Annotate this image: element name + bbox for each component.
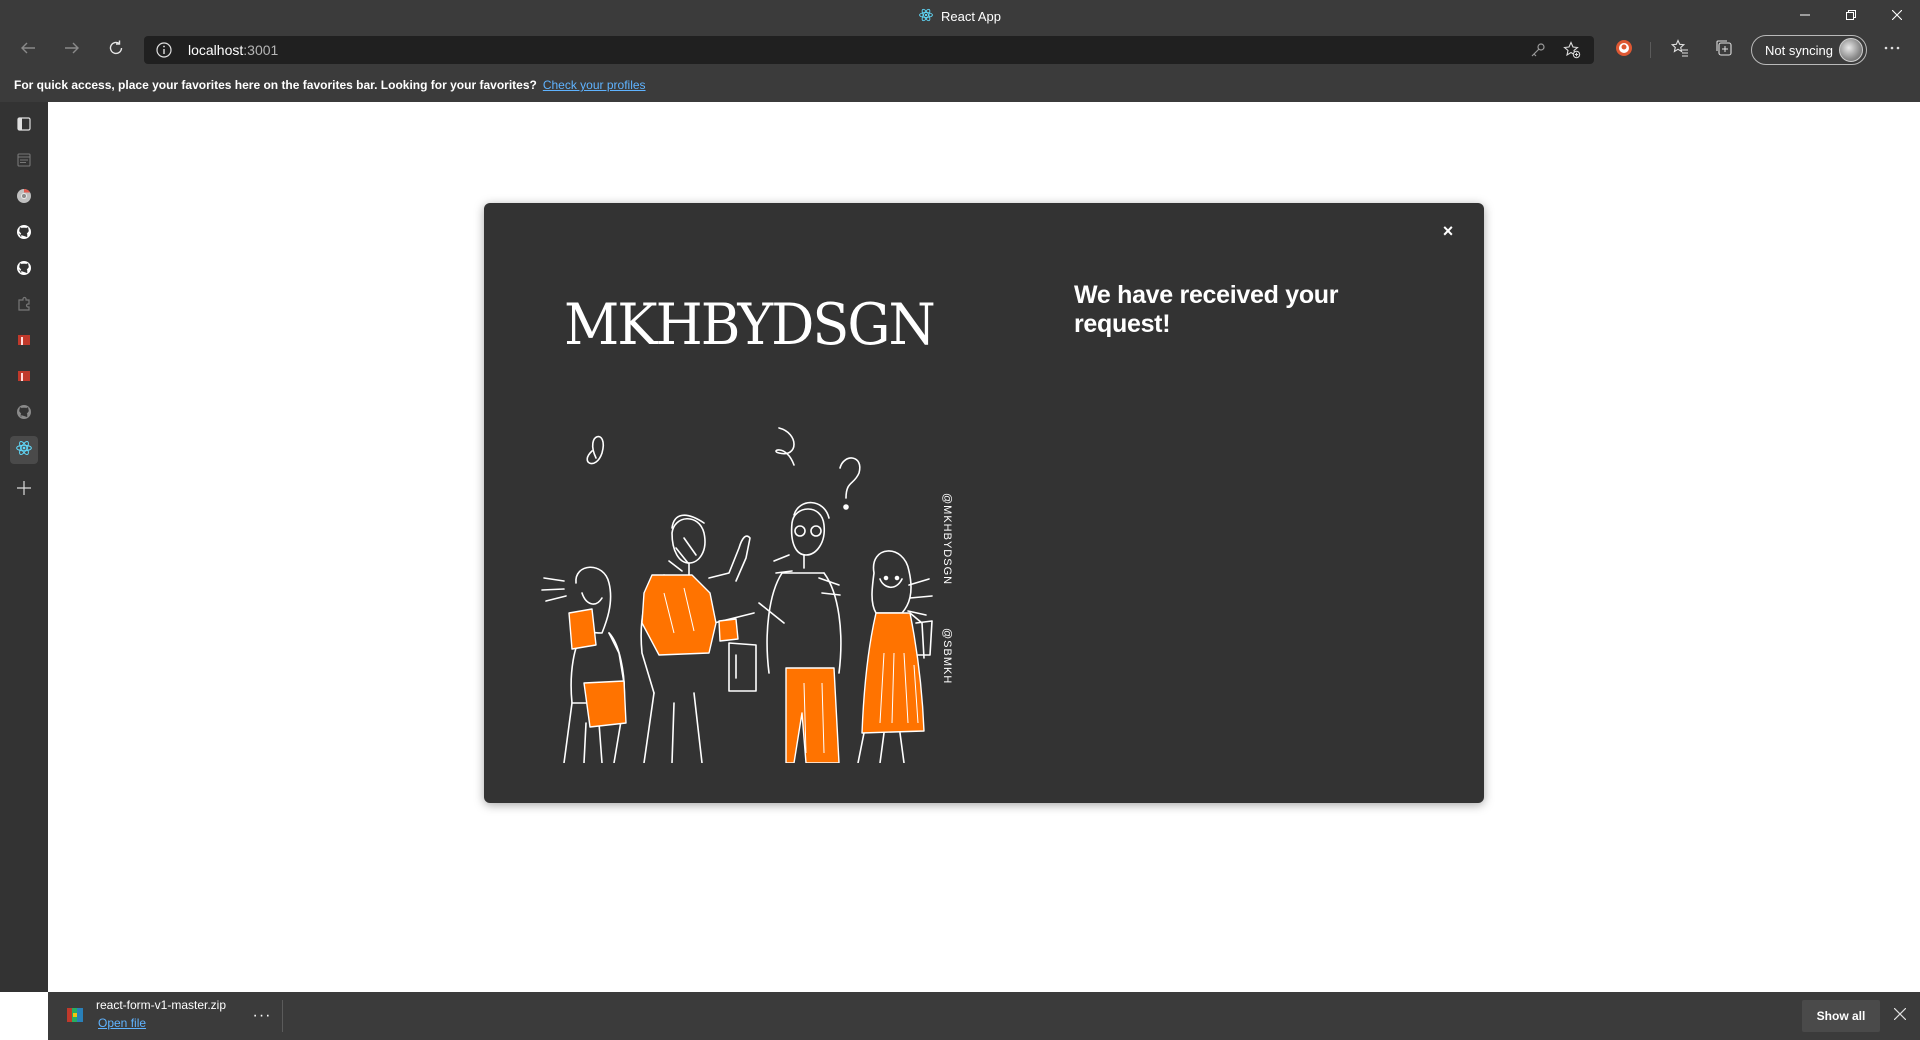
site-info-icon[interactable]	[156, 42, 172, 58]
github-icon	[16, 260, 32, 281]
page-content: × MKHBYDSGN @MKHBYDSGN @SBMKH We have re…	[48, 102, 1920, 992]
address-port: :3001	[243, 42, 279, 58]
refresh-icon	[107, 39, 125, 62]
open-file-link[interactable]: Open file	[98, 1016, 146, 1030]
github-icon	[16, 404, 32, 425]
download-separator	[282, 1000, 283, 1032]
address-host: localhost	[188, 42, 244, 58]
sidebar-tab-3[interactable]	[10, 220, 38, 248]
people-illustration	[541, 427, 933, 763]
download-file-name[interactable]: react-form-v1-master.zip	[96, 998, 226, 1012]
forward-arrow-icon	[63, 39, 81, 62]
chrome-icon	[16, 188, 32, 209]
check-profiles-link[interactable]: Check your profiles	[543, 78, 646, 92]
sidebar-tab-8[interactable]	[10, 400, 38, 428]
address-url[interactable]: localhost:3001	[188, 36, 278, 64]
collections-button[interactable]	[1708, 34, 1740, 66]
restore-icon	[1846, 7, 1856, 25]
title-bar: React App	[0, 0, 1920, 32]
handle-sbmkh: @SBMKH	[941, 628, 953, 685]
sidebar-tab-1[interactable]	[10, 148, 38, 176]
sidebar-tab-5[interactable]	[10, 292, 38, 320]
confirmation-modal: × MKHBYDSGN @MKHBYDSGN @SBMKH We have re…	[484, 203, 1484, 803]
forward-button[interactable]	[56, 34, 88, 66]
extension-button[interactable]	[1608, 34, 1640, 66]
modal-title: We have received your request!	[1074, 281, 1339, 338]
sidebar-tab-2[interactable]	[10, 184, 38, 212]
window-title-text: React App	[941, 8, 1001, 24]
modal-close-button[interactable]: ×	[1438, 221, 1458, 241]
react-icon	[919, 8, 933, 25]
collections-icon	[1715, 39, 1733, 62]
sync-label: Not syncing	[1765, 42, 1833, 58]
more-icon	[1883, 39, 1901, 62]
add-favorite-icon[interactable]	[1562, 40, 1582, 60]
illustration: MKHBYDSGN @MKHBYDSGN @SBMKH	[524, 291, 964, 763]
close-window-button[interactable]	[1874, 0, 1920, 32]
back-button[interactable]	[12, 34, 44, 66]
minimize-icon	[1800, 7, 1810, 25]
sidebar-tab-4[interactable]	[10, 256, 38, 284]
download-more-button[interactable]: ···	[250, 1004, 274, 1028]
sidebar-tab-6[interactable]	[10, 328, 38, 356]
address-bar[interactable]: localhost:3001	[144, 36, 1594, 64]
tab-actions-button[interactable]	[10, 112, 38, 140]
bookmark-icon	[16, 332, 32, 353]
key-icon[interactable]	[1528, 40, 1548, 60]
favorites-icon	[1670, 38, 1689, 62]
toolbar-separator	[1650, 42, 1651, 58]
favorites-bar-message: For quick access, place your favorites h…	[14, 78, 537, 92]
favorites-button[interactable]	[1664, 34, 1696, 66]
window-title: React App	[0, 0, 1920, 32]
react-icon	[16, 440, 32, 461]
download-bar: react-form-v1-master.zip Open file ··· S…	[48, 992, 1920, 1040]
avatar	[1839, 38, 1863, 62]
duckduckgo-icon	[1615, 39, 1633, 62]
settings-more-button[interactable]	[1876, 34, 1908, 66]
browser-toolbar: localhost:3001 Not syncing	[0, 32, 1920, 68]
show-all-button[interactable]: Show all	[1802, 1000, 1880, 1032]
page-icon	[16, 152, 32, 173]
sidebar-tab-react-app[interactable]	[10, 436, 38, 464]
close-download-bar-button[interactable]	[1888, 1004, 1912, 1028]
bookmark-icon	[16, 368, 32, 389]
handle-mkhbydsgn: @MKHBYDSGN	[941, 493, 953, 586]
add-icon	[16, 480, 32, 501]
not-syncing-button[interactable]: Not syncing	[1751, 35, 1867, 65]
back-arrow-icon	[19, 39, 37, 62]
vertical-tabs-sidebar	[0, 102, 48, 992]
new-tab-button[interactable]	[10, 476, 38, 504]
extensions-icon	[16, 296, 32, 317]
refresh-button[interactable]	[100, 34, 132, 66]
close-icon	[1893, 1007, 1907, 1025]
close-icon	[1891, 7, 1903, 25]
restore-button[interactable]	[1828, 0, 1874, 32]
sidebar-tab-7[interactable]	[10, 364, 38, 392]
zip-file-icon	[66, 1006, 84, 1024]
tab-actions-icon	[16, 116, 32, 137]
favorites-bar: For quick access, place your favorites h…	[0, 68, 1920, 102]
minimize-button[interactable]	[1782, 0, 1828, 32]
github-icon	[16, 224, 32, 245]
